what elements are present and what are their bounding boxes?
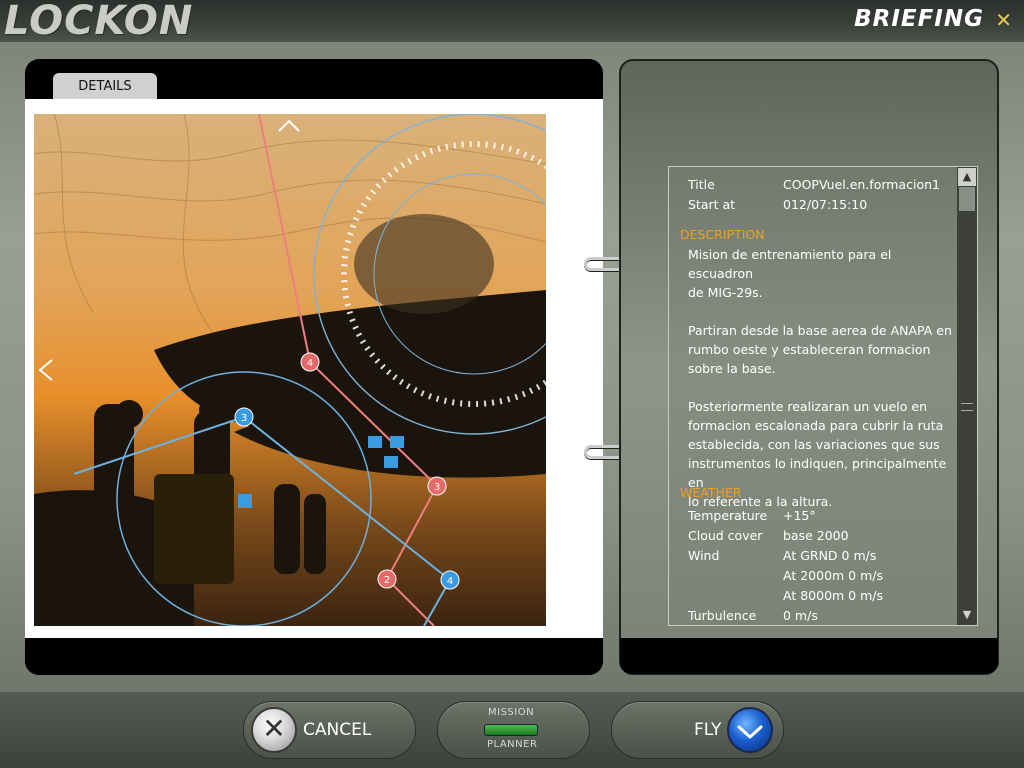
map-overlay: 4 3 2 3 4: [34, 114, 546, 626]
description-line: Posteriormente realizaran un vuelo en: [688, 399, 927, 414]
description-heading: DESCRIPTION: [680, 227, 765, 242]
description-line: sobre la base.: [688, 361, 776, 376]
scroll-grip[interactable]: [961, 403, 973, 411]
aircraft-silhouette: [34, 214, 546, 626]
description-line: establecida, con las variaciones que sus: [688, 437, 940, 452]
description-line: formacion escalonada para cubrir la ruta: [688, 418, 944, 433]
fly-chevron-icon: [737, 725, 763, 739]
app-logo: LOCKON: [4, 0, 194, 44]
svg-text:4: 4: [447, 576, 453, 587]
turbulence-value: 0 m/s: [783, 608, 818, 623]
waypoint-blue-3[interactable]: 3: [234, 407, 254, 427]
svg-text:3: 3: [434, 482, 440, 493]
wind-8000-value: At 8000m 0 m/s: [783, 588, 883, 603]
title-value: COOPVuel.en.formacion1: [783, 177, 940, 192]
description-line: rumbo oeste y estableceran formacion: [688, 342, 931, 357]
waypoint-red-3[interactable]: 3: [427, 476, 447, 496]
svg-text:2: 2: [384, 575, 390, 586]
scroll-up-icon[interactable]: ▲: [958, 168, 976, 186]
fly-icon[interactable]: [727, 707, 773, 753]
start-value: 012/07:15:10: [783, 197, 868, 212]
right-panel-footer: [620, 638, 998, 674]
description-line: Partiran desde la base aerea de ANAPA en: [688, 323, 952, 338]
details-scrollbar[interactable]: ▲ ▼: [957, 167, 977, 625]
tab-details[interactable]: DETAILS: [53, 73, 157, 100]
weather-heading: WEATHER: [680, 485, 742, 500]
wind-ground-value: At GRND 0 m/s: [783, 548, 877, 563]
chevron-up-icon[interactable]: [278, 119, 300, 132]
mission-planner-indicator: [484, 724, 538, 736]
close-icon[interactable]: ✕: [995, 8, 1012, 32]
mission-label: MISSION: [488, 707, 535, 718]
description-line: Mision de entrenamiento para el escuadro…: [688, 247, 892, 281]
fly-label[interactable]: FLY: [694, 720, 721, 740]
left-panel-footer: [25, 638, 603, 675]
waypoint-blue-4[interactable]: 4: [440, 570, 460, 590]
mission-details-box: Title COOPVuel.en.formacion1 Start at 01…: [668, 166, 978, 626]
cloud-label: Cloud cover: [688, 528, 763, 543]
cancel-label[interactable]: CANCEL: [303, 720, 371, 740]
top-header: LOCKON BRIEFING ✕: [0, 0, 1024, 44]
briefing-map[interactable]: 4 3 2 3 4: [34, 114, 546, 626]
description-line: de MIG-29s.: [688, 285, 763, 300]
scroll-thumb[interactable]: [959, 187, 975, 211]
chevron-left-icon[interactable]: [38, 359, 53, 381]
cancel-icon[interactable]: ✕: [251, 707, 297, 753]
cloud-value: base 2000: [783, 528, 849, 543]
page-title: BRIEFING: [854, 6, 984, 32]
scroll-down-icon[interactable]: ▼: [958, 606, 976, 624]
waypoint-red-4[interactable]: 4: [300, 352, 320, 372]
waypoint-red-2[interactable]: 2: [377, 569, 397, 589]
svg-text:4: 4: [307, 358, 313, 369]
wind-label: Wind: [688, 548, 720, 563]
temperature-label: Temperature: [688, 508, 768, 523]
svg-text:3: 3: [241, 413, 247, 424]
description-text: Mision de entrenamiento para el escuadro…: [688, 245, 958, 511]
temperature-value: +15°: [783, 508, 816, 523]
wind-2000-value: At 2000m 0 m/s: [783, 568, 883, 583]
turbulence-label: Turbulence: [688, 608, 757, 623]
start-label: Start at: [688, 197, 736, 212]
title-label: Title: [688, 177, 715, 192]
planner-label: PLANNER: [487, 739, 538, 750]
